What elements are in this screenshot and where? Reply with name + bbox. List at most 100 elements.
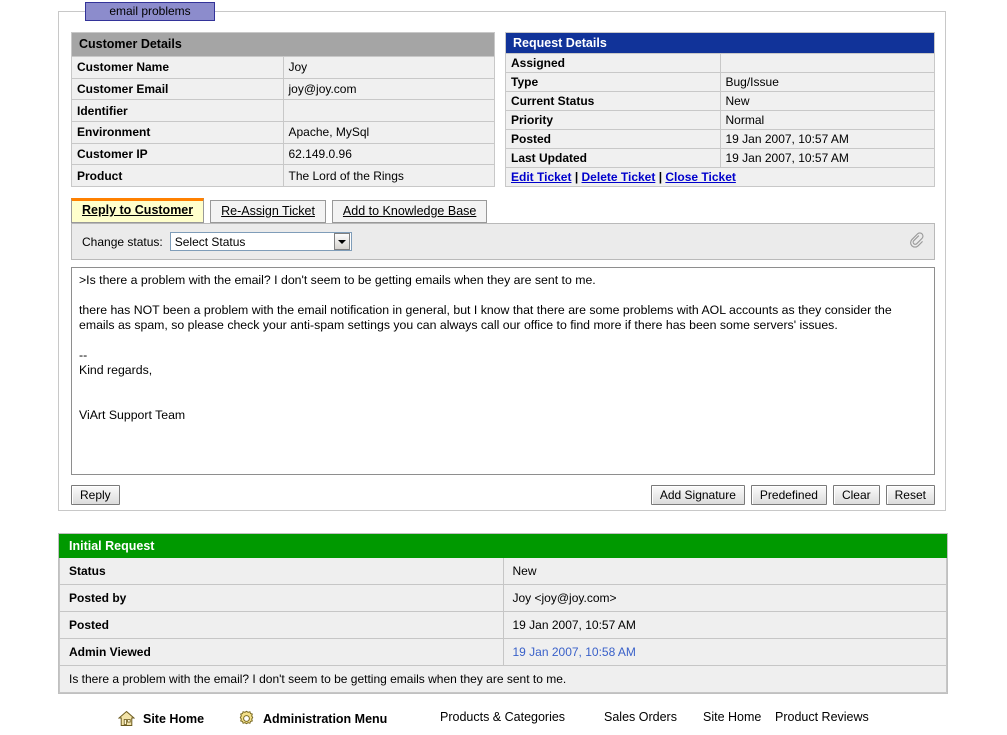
footer-label: Sales Orders	[604, 710, 677, 724]
table-row: Last Updated 19 Jan 2007, 10:57 AM	[505, 148, 935, 168]
table-row: Posted 19 Jan 2007, 10:57 AM	[59, 611, 947, 639]
gear-icon	[238, 710, 255, 727]
row-label: Type	[505, 72, 721, 92]
table-row: Customer IP 62.149.0.96	[71, 142, 495, 166]
table-row: Priority Normal	[505, 110, 935, 130]
ticket-title-label: email problems	[109, 4, 191, 18]
customer-details-table: Customer Details Customer Name Joy Custo…	[71, 32, 495, 187]
tab-re-assign-ticket[interactable]: Re-Assign Ticket	[210, 200, 326, 223]
table-row: Identifier	[71, 99, 495, 122]
tab-label: Re-Assign Ticket	[221, 204, 315, 218]
table-row: Admin Viewed 19 Jan 2007, 10:58 AM	[59, 638, 947, 666]
row-label: Last Updated	[505, 148, 721, 168]
edit-ticket-link[interactable]: Edit Ticket	[511, 170, 571, 184]
reply-button-bar: Reply Add Signature Predefined Clear Res…	[71, 482, 935, 508]
row-label: Posted by	[59, 584, 504, 612]
home-icon	[117, 710, 136, 727]
initial-request-header: Initial Request	[59, 534, 947, 558]
action-separator: |	[658, 170, 663, 184]
footer-item-site-home[interactable]: Site Home	[117, 710, 205, 727]
details-row: Customer Details Customer Name Joy Custo…	[71, 32, 935, 187]
initial-request-table: Initial Request Status New Posted by Joy…	[59, 534, 947, 693]
footer-item-sales-orders[interactable]: Sales Orders	[604, 710, 677, 724]
row-value: Apache, MySql	[282, 120, 495, 144]
table-row: Posted by Joy <joy@joy.com>	[59, 584, 947, 612]
row-value	[719, 53, 935, 73]
close-ticket-link[interactable]: Close Ticket	[665, 170, 735, 184]
footer-label: Administration Menu	[263, 711, 388, 726]
table-row: Customer Email joy@joy.com	[71, 77, 495, 101]
ticket-title-tab[interactable]: email problems	[85, 2, 215, 21]
tab-add-to-knowledge-base[interactable]: Add to Knowledge Base	[331, 200, 488, 223]
table-header-row: Initial Request	[59, 534, 947, 558]
footer-item-site-home-2[interactable]: Site Home	[703, 710, 761, 724]
predefined-button[interactable]: Predefined	[750, 485, 827, 505]
tab-reply-to-customer[interactable]: Reply to Customer	[71, 198, 205, 223]
page-root: email problems Customer Details Customer…	[0, 0, 1007, 735]
add-signature-button[interactable]: Add Signature	[650, 485, 745, 505]
row-value: joy@joy.com	[282, 77, 495, 101]
footer-item-product-reviews[interactable]: Product Reviews	[775, 710, 869, 724]
row-value: 19 Jan 2007, 10:57 AM	[502, 611, 947, 639]
table-row: Status New	[59, 557, 947, 585]
row-label: Environment	[71, 120, 284, 144]
row-value: 19 Jan 2007, 10:57 AM	[719, 148, 935, 168]
footer-item-products-categories[interactable]: Products & Categories	[440, 710, 565, 724]
request-details-table: Request Details Assigned Type Bug/Issue …	[505, 32, 935, 187]
tab-label: Add to Knowledge Base	[342, 204, 477, 218]
row-label: Product	[71, 164, 284, 187]
row-value: The Lord of the Rings	[282, 164, 495, 187]
table-row: Customer Name Joy	[71, 55, 495, 79]
tab-label: Reply to Customer	[82, 203, 194, 217]
reset-button[interactable]: Reset	[885, 485, 935, 505]
row-label: Status	[59, 557, 504, 585]
change-status-group: Change status: Select Status	[82, 232, 352, 251]
reply-button[interactable]: Reply	[71, 485, 120, 505]
footer-item-administration-menu[interactable]: Administration Menu	[238, 710, 387, 727]
change-status-bar: Change status: Select Status	[71, 223, 935, 260]
customer-details-header: Customer Details	[71, 32, 495, 57]
footer-label: Site Home	[143, 711, 205, 726]
table-row: Posted 19 Jan 2007, 10:57 AM	[505, 129, 935, 149]
admin-viewed-link[interactable]: 19 Jan 2007, 10:58 AM	[513, 645, 636, 659]
row-label: Identifier	[71, 99, 284, 122]
change-status-label: Change status:	[82, 234, 163, 249]
change-status-select[interactable]: Select Status	[169, 232, 352, 251]
row-value: Joy	[282, 55, 495, 79]
row-value: New	[719, 91, 935, 111]
row-label: Posted	[59, 611, 504, 639]
table-row: Environment Apache, MySql	[71, 120, 495, 144]
clear-button[interactable]: Clear	[832, 485, 880, 505]
paperclip-icon[interactable]	[910, 231, 926, 252]
row-value: New	[502, 557, 947, 585]
row-label: Current Status	[505, 91, 721, 111]
initial-request-body: Is there a problem with the email? I don…	[59, 665, 947, 693]
row-label: Posted	[505, 129, 721, 149]
initial-request-body-row: Is there a problem with the email? I don…	[59, 665, 947, 693]
row-value: 19 Jan 2007, 10:58 AM	[502, 638, 947, 666]
ticket-actions-row: Edit Ticket | Delete Ticket | Close Tick…	[505, 167, 935, 187]
row-label: Customer Email	[71, 77, 284, 101]
row-value	[282, 99, 495, 122]
row-value: Joy <joy@joy.com>	[502, 584, 947, 612]
reply-textarea[interactable]: >Is there a problem with the email? I do…	[71, 267, 935, 475]
footer-label: Product Reviews	[775, 710, 869, 724]
row-value: Bug/Issue	[719, 72, 935, 92]
row-label: Customer Name	[71, 55, 284, 79]
row-label: Admin Viewed	[59, 638, 504, 666]
ticket-panel: Customer Details Customer Name Joy Custo…	[58, 11, 946, 511]
table-row: Product The Lord of the Rings	[71, 164, 495, 187]
delete-ticket-link[interactable]: Delete Ticket	[582, 170, 656, 184]
table-header-row: Customer Details	[71, 32, 495, 57]
row-value: Normal	[719, 110, 935, 130]
ticket-actions: Edit Ticket | Delete Ticket | Close Tick…	[505, 167, 935, 187]
row-label: Assigned	[505, 53, 721, 73]
change-status-value: Select Status	[174, 234, 246, 249]
footer-label: Products & Categories	[440, 710, 566, 724]
footer-label: Site Home	[703, 710, 762, 724]
request-details-header: Request Details	[505, 32, 935, 54]
initial-request-panel: Initial Request Status New Posted by Joy…	[58, 533, 948, 694]
row-label: Customer IP	[71, 142, 284, 166]
chevron-down-icon	[333, 233, 350, 250]
row-value: 62.149.0.96	[282, 142, 495, 166]
